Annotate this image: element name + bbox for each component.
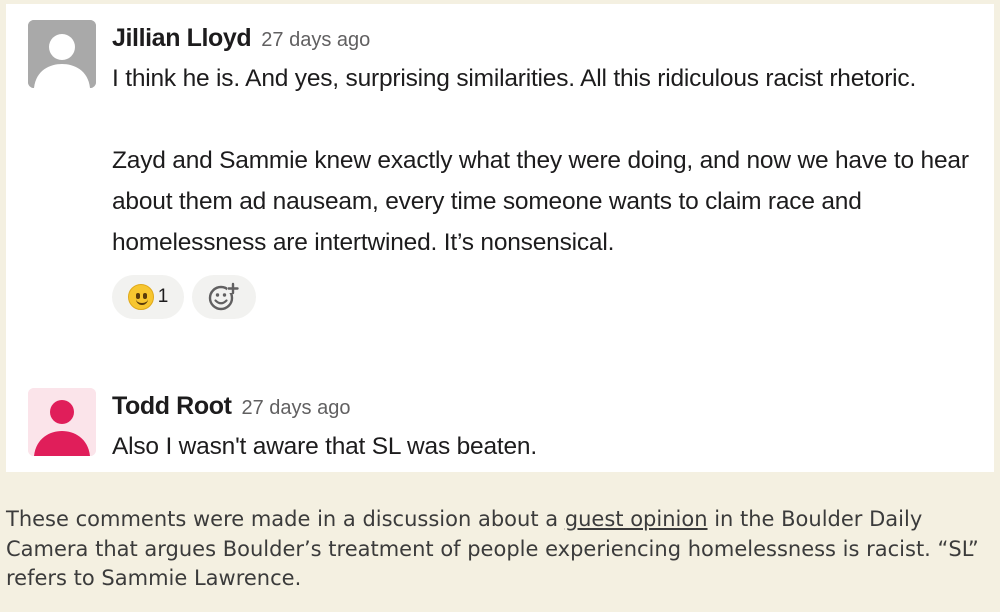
avatar[interactable] <box>28 388 96 456</box>
user-avatar-icon <box>28 388 96 456</box>
guest-opinion-link[interactable]: guest opinion <box>565 507 708 531</box>
add-reaction-icon <box>208 282 239 311</box>
author-name[interactable]: Todd Root <box>112 392 232 420</box>
caption-text: These comments were made in a discussion… <box>6 507 565 531</box>
message-text: Also I wasn't aware that SL was beaten. <box>112 426 974 467</box>
slightly-smiling-face-icon <box>127 284 154 310</box>
timestamp[interactable]: 27 days ago <box>242 397 351 419</box>
message-body: Todd Root 27 days ago Also I wasn't aware… <box>112 386 974 467</box>
reactions-bar: 1 <box>112 275 974 319</box>
reaction-count: 1 <box>157 286 169 307</box>
message-paragraph: Also I wasn't aware that SL was beaten. <box>112 433 537 460</box>
timestamp[interactable]: 27 days ago <box>261 29 370 51</box>
caption: These comments were made in a discussion… <box>6 505 996 594</box>
message-body: Jillian Lloyd 27 days ago I think he is. … <box>112 18 974 319</box>
message-header: Jillian Lloyd 27 days ago <box>112 18 974 58</box>
comment-thread: Jillian Lloyd 27 days ago I think he is. … <box>6 4 994 472</box>
user-avatar-icon <box>28 20 96 88</box>
add-reaction-button[interactable] <box>192 275 256 319</box>
avatar[interactable] <box>28 20 96 88</box>
message-text: I think he is. And yes, surprising simil… <box>112 58 974 263</box>
reaction-button[interactable]: 1 <box>112 275 184 319</box>
message-paragraph: I think he is. And yes, surprising simil… <box>112 65 917 92</box>
message-paragraph: Zayd and Sammie knew exactly what they w… <box>112 147 969 256</box>
message-header: Todd Root 27 days ago <box>112 386 974 426</box>
author-name[interactable]: Jillian Lloyd <box>112 24 252 52</box>
screenshot-frame: Jillian Lloyd 27 days ago I think he is. … <box>0 0 1000 612</box>
